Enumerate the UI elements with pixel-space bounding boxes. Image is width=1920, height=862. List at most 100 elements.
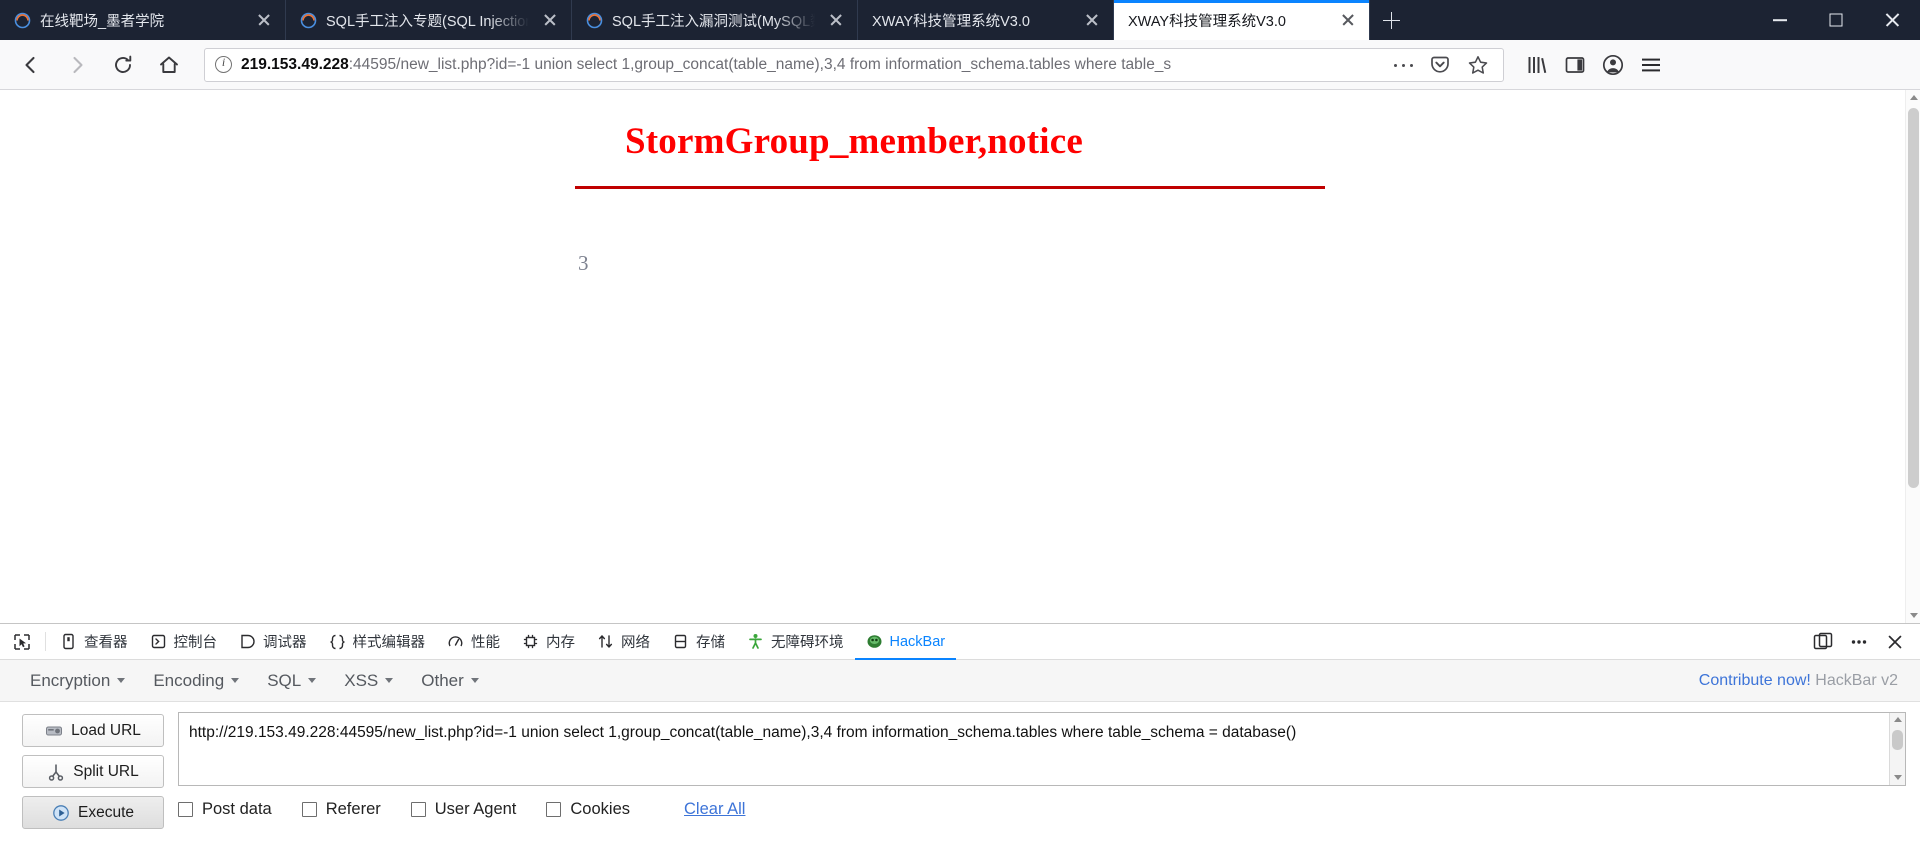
split-url-button[interactable]: Split URL [22,755,164,788]
textarea-scrollbar[interactable] [1889,713,1905,785]
hackbar-body: Load URL Split URL Execute http://219.15… [0,702,1920,861]
devtools-tab-label: 内存 [546,635,575,651]
new-tab-button[interactable] [1370,0,1412,40]
meatball-menu-icon[interactable] [1842,625,1876,659]
close-tab-icon[interactable] [535,5,565,35]
devtools-tab-console[interactable]: 控制台 [139,624,229,659]
bookmark-star-icon[interactable] [1459,46,1497,84]
hackbar-url-textarea-wrap[interactable]: http://219.153.49.228:44595/new_list.php… [178,712,1906,786]
checkbox-box[interactable] [301,802,317,817]
element-picker-icon[interactable] [2,624,42,659]
scrollbar-thumb[interactable] [1892,730,1903,750]
devtools-tab-style-editor[interactable]: 样式编辑器 [318,624,437,659]
hackbar-action-buttons: Load URL Split URL Execute [22,712,164,861]
forward-button[interactable] [57,45,97,85]
devtools-tab-accessibility[interactable]: 无障碍环境 [736,624,855,659]
checkbox-box[interactable] [178,802,193,817]
hackbar-menu-encoding[interactable]: Encoding [143,667,249,695]
checkbox-label: Cookies [570,800,631,818]
execute-button[interactable]: Execute [22,796,164,829]
back-button[interactable] [11,45,51,85]
hamburger-menu-icon[interactable] [1632,46,1670,84]
close-tab-icon[interactable] [249,5,279,35]
url-bar[interactable]: 219.153.49.228:44595/new_list.php?id=-1 … [204,46,1504,84]
devtools-tab-storage[interactable]: 存储 [661,624,736,659]
performance-icon [447,633,464,650]
close-window-button[interactable] [1864,0,1920,40]
devtools-tab-debugger[interactable]: 调试器 [228,624,318,659]
maximize-window-button[interactable] [1808,0,1864,40]
close-tab-icon[interactable] [1077,5,1107,35]
load-url-button[interactable]: Load URL [22,714,164,747]
hackbar-url-input[interactable]: http://219.153.49.228:44595/new_list.php… [179,713,1889,785]
referer-checkbox[interactable]: Referer [301,800,381,819]
hackbar-menu-xss[interactable]: XSS [334,667,403,695]
devtools-panel: 查看器 控制台 调试器 样式编辑器 性能 内存 网络 存储 无障碍环境 Hack… [0,623,1920,861]
browser-tab[interactable]: SQL手工注入专题(SQL Injection) [286,0,572,40]
devtools-tab-label: 控制台 [173,635,218,651]
devtools-tab-hackbar[interactable]: HackBar [854,624,957,660]
devtools-toolbar-right [1806,624,1920,659]
page-actions-icon[interactable] [1387,50,1421,80]
browser-tab[interactable]: XWAY科技管理系统V3.0 [858,0,1114,40]
home-button[interactable] [149,45,189,85]
browser-tab[interactable]: 在线靶场_墨者学院 [0,0,286,40]
scroll-up-icon[interactable] [1890,713,1905,728]
close-tab-icon[interactable] [821,5,851,35]
hackbar-version: HackBar v2 [1815,671,1898,689]
user-agent-checkbox[interactable]: User Agent [410,800,517,819]
info-icon[interactable] [215,55,232,73]
checkbox-box[interactable] [546,802,562,817]
network-icon [597,633,614,650]
scroll-down-icon[interactable] [1906,607,1920,623]
menu-label: Encoding [153,670,225,690]
browser-tab[interactable]: SQL手工注入漏洞测试(MySQL数据库) [572,0,858,40]
clear-all-link[interactable]: Clear All [684,800,745,819]
devtools-tab-network[interactable]: 网络 [586,624,661,659]
sidebar-icon[interactable] [1556,46,1594,84]
devtools-tab-memory[interactable]: 内存 [511,624,586,659]
browser-tab-title: XWAY科技管理系统V3.0 [872,13,1030,30]
scrollbar-thumb[interactable] [1908,108,1919,488]
memory-icon [522,633,539,650]
scroll-down-icon[interactable] [1890,770,1905,785]
scroll-up-icon[interactable] [1906,90,1920,106]
cookies-checkbox[interactable]: Cookies [546,800,630,819]
browser-tab-active[interactable]: XWAY科技管理系统V3.0 [1114,0,1370,40]
hackbar-menu-bar: Encryption Encoding SQL XSS Other Contri… [0,660,1920,702]
account-icon[interactable] [1594,46,1632,84]
contribute-link[interactable]: Contribute now! [1699,672,1811,689]
firefox-icon [14,12,31,29]
checkbox-box[interactable] [410,802,426,817]
hackbar-menu-other[interactable]: Other [411,667,489,695]
execute-icon [52,804,70,822]
devtools-tab-label: 存储 [696,635,725,651]
close-devtools-icon[interactable] [1878,625,1912,659]
hackbar-menu-sql[interactable]: SQL [257,667,326,695]
page-scrollbar[interactable] [1905,90,1920,623]
reload-button[interactable] [103,45,143,85]
checkbox-label: User Agent [434,800,517,818]
page-title: StormGroup_member,notice [625,121,1083,162]
devtools-tab-label: 调试器 [263,635,307,651]
minimize-window-button[interactable] [1752,0,1808,40]
chevron-down-icon [231,678,240,683]
page-content: StormGroup_member,notice 3 [0,90,1920,623]
url-path: :44595/new_list.php?id=-1 union select 1… [348,55,1172,73]
devtools-tab-inspector[interactable]: 查看器 [49,624,139,659]
dock-layout-icon[interactable] [1806,625,1840,659]
hackbar-menu-encryption[interactable]: Encryption [20,667,135,695]
browser-tab-title: SQL手工注入漏洞测试(MySQL数据库) [612,13,815,30]
nav-right-icons [1518,46,1670,84]
browser-navigation-bar: 219.153.49.228:44595/new_list.php?id=-1 … [0,40,1920,90]
library-icon[interactable] [1518,46,1556,84]
checkbox-label: Post data [202,800,272,818]
devtools-tab-performance[interactable]: 性能 [436,624,511,659]
post-data-checkbox[interactable]: Post data [178,800,272,819]
url-text: 219.153.49.228:44595/new_list.php?id=-1 … [241,56,1387,74]
close-tab-icon[interactable] [1333,5,1363,35]
devtools-tab-bar: 查看器 控制台 调试器 样式编辑器 性能 内存 网络 存储 无障碍环境 Hack… [0,624,1920,660]
hackbar-options: Post data Referer User Agent Cookies Cle… [178,786,1906,819]
url-host: 219.153.49.228 [241,55,349,73]
pocket-icon[interactable] [1421,46,1459,84]
